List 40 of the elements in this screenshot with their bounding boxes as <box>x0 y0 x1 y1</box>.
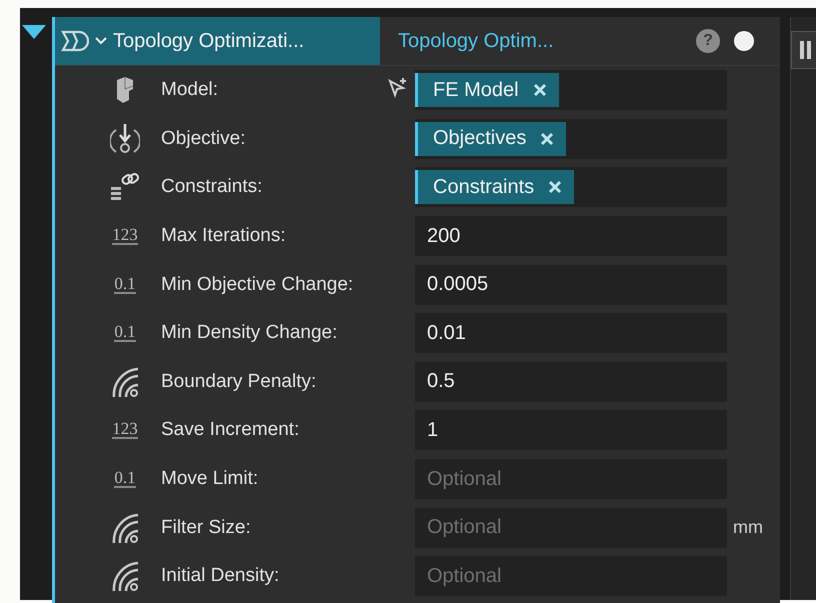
logo-icon <box>61 29 89 53</box>
reference-chip[interactable]: FE Model <box>415 73 559 108</box>
fillet-icon <box>110 560 140 592</box>
field-label: Min Objective Change: <box>161 274 354 296</box>
input-field[interactable]: Optional <box>415 508 727 548</box>
input-field[interactable]: Optional <box>415 459 727 500</box>
input-field[interactable]: Optional <box>415 556 727 596</box>
tab[interactable]: Topology Optimizati... <box>55 17 380 65</box>
remove-icon[interactable] <box>548 180 562 194</box>
remove-icon[interactable] <box>540 132 554 146</box>
input-field[interactable]: 0.01 <box>415 313 727 354</box>
fillet-icon <box>110 366 140 398</box>
field-label: Move Limit: <box>161 468 260 490</box>
chevron-icon[interactable] <box>95 37 107 45</box>
pause-button[interactable] <box>791 31 816 69</box>
pick-icon[interactable] <box>388 76 408 99</box>
reference-chip[interactable]: Objectives <box>415 122 566 156</box>
chain-icon <box>109 173 141 202</box>
collapse-icon[interactable] <box>22 25 46 39</box>
input-field[interactable]: 1 <box>415 410 727 450</box>
fillet-icon <box>110 512 140 544</box>
remove-icon[interactable] <box>532 83 547 98</box>
input-field[interactable]: 0.0005 <box>415 264 727 305</box>
field-label: Model: <box>161 79 220 102</box>
field-label: Objective: <box>161 128 246 150</box>
field-label: Min Density Change: <box>161 322 338 344</box>
field-label: Initial Density: <box>161 565 280 588</box>
input-field[interactable]: 0.5 <box>415 362 727 402</box>
field-label: Max Iterations: <box>161 225 287 248</box>
objective-icon <box>110 122 140 156</box>
reference-chip[interactable]: Constraints <box>415 170 574 204</box>
tab[interactable]: Topology Optim... <box>380 17 696 65</box>
pause-icon <box>800 41 812 59</box>
unit-label: mm <box>732 517 764 538</box>
field-label: Filter Size: <box>161 516 252 539</box>
input-field[interactable]: 200 <box>415 216 727 256</box>
field-label: Constraints: <box>161 176 264 198</box>
field-label: Save Increment: <box>161 419 300 442</box>
status-dot <box>734 31 754 51</box>
field-label: Boundary Penalty: <box>161 370 318 393</box>
